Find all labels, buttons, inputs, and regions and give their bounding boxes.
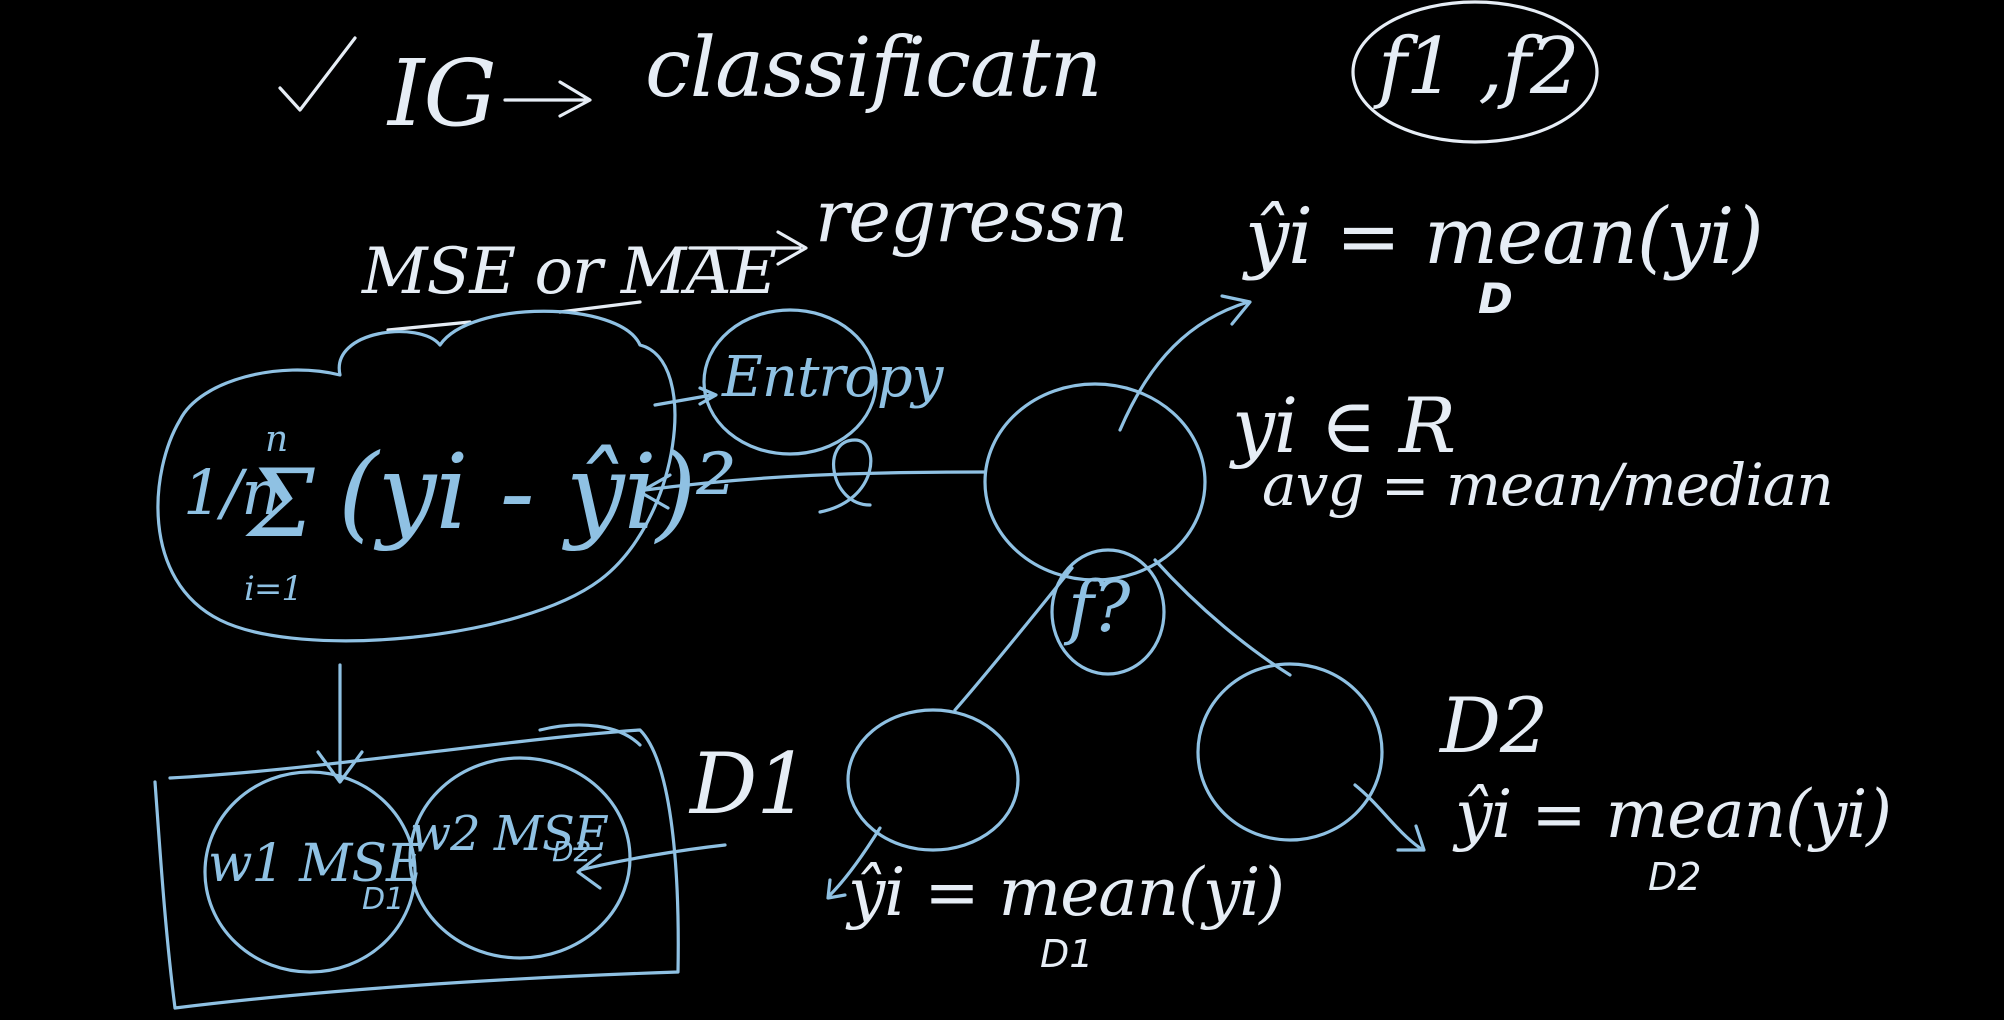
sigma-symbol: Σ (248, 450, 314, 559)
formula-sum-bottom: i=1 (244, 569, 303, 609)
left-branch (953, 566, 1074, 712)
classification-label: classificatn (645, 21, 1103, 116)
formula-body: (yi - ŷi)² (338, 431, 737, 553)
right-leaf-node (1196, 662, 1384, 842)
features-label: f1 ,f2 (1378, 22, 1580, 112)
regression-label: regressn (815, 174, 1128, 258)
mse-or-mae-label: MSE or MAE (362, 235, 777, 309)
root-prediction-sub: D (1478, 274, 1513, 323)
d1-label: D1 (690, 735, 810, 833)
right-prediction-sub: D2 (1648, 855, 1702, 899)
left-prediction-sub: D1 (1040, 932, 1094, 976)
left-prediction: ŷi = mean(yi) (848, 854, 1285, 931)
root-to-prediction-arrow (1118, 294, 1252, 432)
weighted-right-sub: D2 (552, 835, 592, 868)
split-node-label: f? (1068, 566, 1130, 648)
root-prediction: ŷi = mean(yi) (1245, 192, 1764, 282)
ig-arrow (503, 80, 592, 118)
avg-rule: avg = mean/median (1262, 451, 1834, 519)
right-branch (1153, 558, 1292, 677)
entropy-label: Entropy (722, 345, 943, 410)
ig-label: IG (388, 40, 497, 147)
right-prediction: ŷi = mean(yi) (1455, 776, 1892, 853)
whiteboard-canvas: IG classificatn f1 ,f2 MSE or MAE regres… (0, 0, 2004, 1020)
checkmark-icon (278, 36, 357, 112)
left-leaf-node (846, 708, 1020, 852)
right-leaf-arrow (1353, 783, 1426, 852)
d2-label: D2 (1440, 681, 1548, 770)
weighted-left-sub: D1 (362, 882, 405, 917)
